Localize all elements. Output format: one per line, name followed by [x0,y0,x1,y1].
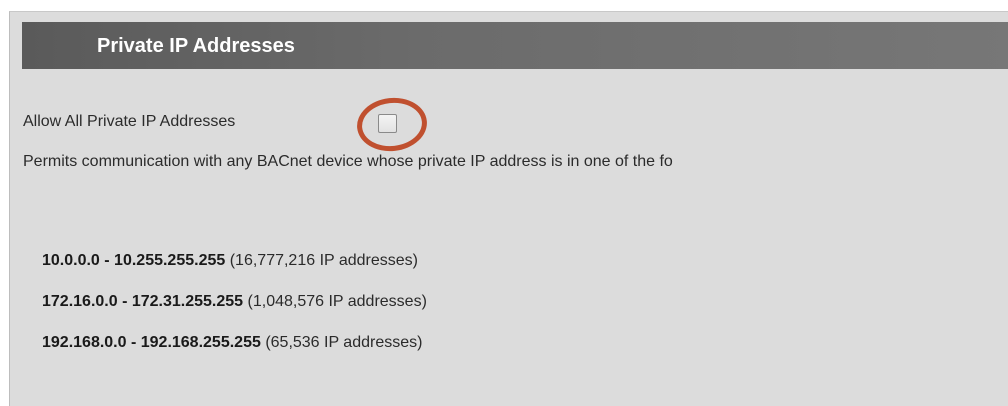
range-row: 172.16.0.0 - 172.31.255.255 (1,048,576 I… [42,293,427,311]
range-row: 10.0.0.0 - 10.255.255.255 (16,777,216 IP… [42,252,418,270]
range-count: (65,536 IP addresses) [265,334,423,351]
range-row: 192.168.0.0 - 192.168.255.255 (65,536 IP… [42,334,422,352]
range-value: 172.16.0.0 - 172.31.255.255 [42,293,244,310]
description-text: Permits communication with any BACnet de… [23,153,673,170]
range-count: (1,048,576 IP addresses) [247,293,427,310]
section-header: Private IP Addresses [22,22,1008,69]
range-count: (16,777,216 IP addresses) [229,252,418,269]
range-value: 10.0.0.0 - 10.255.255.255 [42,252,226,269]
section-title: Private IP Addresses [97,35,295,57]
range-value: 192.168.0.0 - 192.168.255.255 [42,334,261,351]
page-frame: Private IP Addresses Allow All Private I… [0,0,1008,406]
allow-private-label: Allow All Private IP Addresses [23,113,236,130]
